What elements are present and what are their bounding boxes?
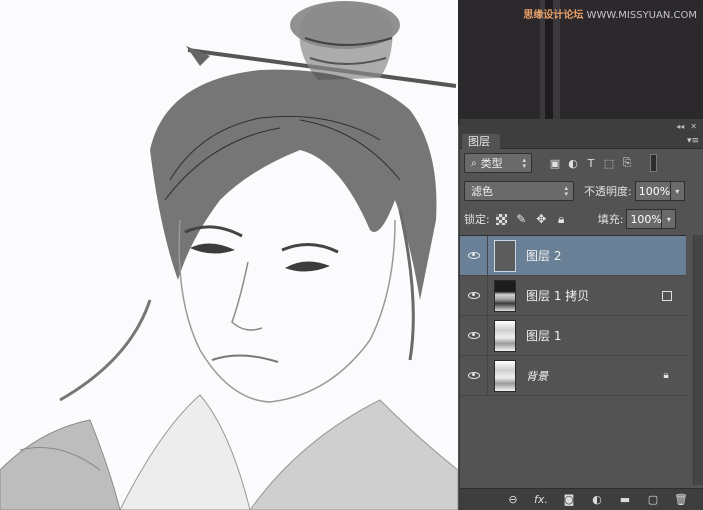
layer-filter-row: ⌕ 类型 ▴ ▾ ▣ ◐ T ⬚ ⎘ [464,153,697,173]
layers-panel: ◂◂ ✕ 图层 ▾≡ ⌕ 类型 ▴ ▾ ▣ ◐ T ⬚ ⎘ 滤色 ▴ ▾ 不透明度:… [459,119,703,510]
layer-name: 背景 [526,369,548,383]
layer-name: 图层 1 [526,329,562,343]
layer-row-layer-2[interactable]: 图层 2 [460,235,686,276]
visibility-eye-icon[interactable] [460,275,488,316]
workspace-background: 思缘设计论坛 WWW.MISSYUAN.COM [458,0,703,125]
blend-row: 滤色 ▴ ▾ 不透明度: 100% ▾ [464,181,697,201]
filter-kind-select[interactable]: ⌕ 类型 ▴ ▾ [464,153,532,173]
link-icon[interactable]: ⊖ [506,493,520,506]
tab-layers[interactable]: 图层 [462,134,500,149]
select-arrows-icon: ▴ ▾ [522,156,526,170]
layer-list-scrollbar[interactable] [693,235,703,485]
lock-all-icon[interactable]: 🔒︎ [553,211,570,228]
type-filter-icon[interactable]: T [582,157,600,170]
search-icon: ⌕ [471,157,477,169]
visibility-eye-icon[interactable] [460,355,488,396]
document-canvas[interactable] [0,0,458,510]
filter-kind-label: 类型 [480,157,503,170]
panel-header-bar: ◂◂ ✕ [460,119,703,133]
blend-mode-select[interactable]: 滤色 ▴ ▾ [464,181,574,201]
opacity-dropdown-icon[interactable]: ▾ [670,181,685,201]
close-panel-icon[interactable]: ✕ [690,122,697,131]
lock-label: 锁定: [464,213,490,226]
filter-toggle-switch[interactable] [650,154,657,172]
group-folder-icon[interactable]: ▬ [618,493,632,506]
fill-input[interactable]: 100% [626,209,663,229]
fill-dropdown-icon[interactable]: ▾ [662,209,677,229]
adjustment-icon[interactable]: ◐ [590,493,604,506]
opacity-input[interactable]: 100% [634,181,671,201]
sketch-portrait-image [0,1,458,510]
blend-mode-value: 滤色 [471,185,493,198]
layer-name: 图层 1 拷贝 [526,289,590,303]
collapse-panel-icon[interactable]: ◂◂ [676,122,684,131]
panel-menu-icon[interactable]: ▾≡ [687,136,699,146]
watermark-brand: 思缘设计论坛 [523,10,584,21]
layer-list: 图层 2 图层 1 拷贝 图层 1 背景 🔒︎ [460,235,686,485]
trash-icon[interactable]: 🗑︎ [674,493,688,506]
watermark: 思缘设计论坛 WWW.MISSYUAN.COM [523,6,697,21]
layer-thumbnail [494,279,516,312]
lock-badge-icon: 🔒︎ [663,370,669,381]
lock-row: 锁定: ✎ ✥ 🔒︎ 填充: 100% ▾ [464,209,697,229]
adjustment-filter-icon[interactable]: ◐ [564,157,582,170]
visibility-eye-icon[interactable] [460,315,488,356]
smart-object-badge-icon [662,290,672,301]
layer-row-layer-1-copy[interactable]: 图层 1 拷贝 [460,275,686,316]
layer-row-layer-1[interactable]: 图层 1 [460,315,686,356]
layer-name: 图层 2 [526,249,562,263]
panel-tab-bar: 图层 ▾≡ [460,133,703,149]
lock-image-pixels-icon[interactable]: ✎ [513,211,530,228]
layer-thumbnail [494,239,516,272]
visibility-eye-icon[interactable] [460,235,488,276]
layer-row-background[interactable]: 背景 🔒︎ [460,355,686,396]
select-arrows-icon: ▴ ▾ [564,184,568,198]
opacity-label: 不透明度: [584,185,632,198]
layers-bottom-toolbar: ⊖ fx. ◙ ◐ ▬ ▢ 🗑︎ [460,488,703,510]
new-layer-icon[interactable]: ▢ [646,493,660,506]
smart-object-filter-icon[interactable]: ⎘ [618,156,636,170]
watermark-url: WWW.MISSYUAN.COM [586,10,697,21]
fill-label: 填充: [597,213,624,226]
layer-thumbnail [494,359,516,392]
mask-icon[interactable]: ◙ [562,493,576,506]
lock-transparency-icon[interactable] [493,211,510,228]
fx-icon[interactable]: fx. [534,493,548,506]
shape-filter-icon[interactable]: ⬚ [600,157,618,170]
image-filter-icon[interactable]: ▣ [546,157,564,170]
lock-position-icon[interactable]: ✥ [533,211,550,228]
layer-thumbnail [494,319,516,352]
